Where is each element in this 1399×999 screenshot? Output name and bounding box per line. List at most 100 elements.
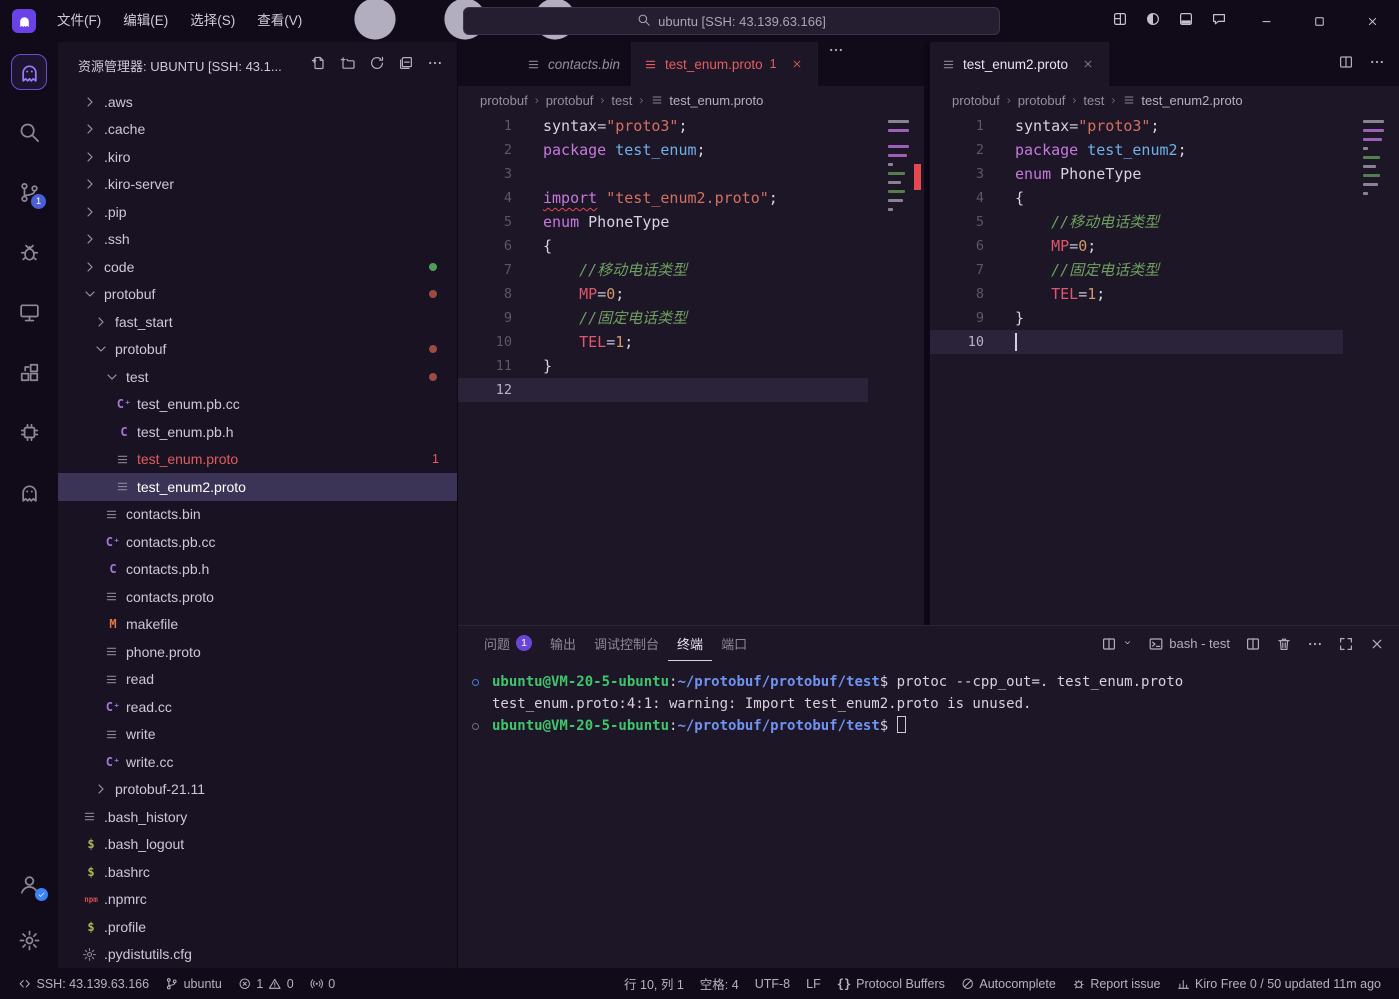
tree-item-.npmrc[interactable]: npm .npmrc (58, 886, 457, 914)
breadcrumb-file[interactable]: test_enum.proto (650, 93, 763, 108)
status-ports[interactable]: 0 (302, 968, 343, 999)
activity-remote-explorer[interactable] (11, 294, 47, 330)
kill-terminal-button[interactable] (1276, 636, 1292, 652)
editor-more-button[interactable] (1369, 54, 1385, 75)
tree-item-test_enum.proto[interactable]: test_enum.proto 1 (58, 446, 457, 474)
code-line-5[interactable]: 5 enum PhoneType (458, 210, 868, 234)
split-editor-button[interactable] (1338, 54, 1354, 75)
tree-item-makefile[interactable]: Mmakefile (58, 611, 457, 639)
close-panel-button[interactable] (1369, 636, 1385, 652)
status-kiro-usage[interactable]: Kiro Free 0 / 50 updated 11m ago (1169, 968, 1390, 999)
breadcrumb-item[interactable]: protobuf (1018, 93, 1066, 108)
panel-tab-终端[interactable]: 终端 (668, 626, 713, 661)
minimap[interactable] (1363, 118, 1385, 206)
code-line-6[interactable]: 6 MP=0; (930, 234, 1343, 258)
code-line-4[interactable]: 4 import "test_enum2.proto"; (458, 186, 868, 210)
status-eol[interactable]: LF (798, 968, 829, 999)
code-line-1[interactable]: 1 syntax="proto3"; (458, 114, 868, 138)
tree-item-.kiro-server[interactable]: .kiro-server (58, 171, 457, 199)
activity-kiro[interactable] (11, 54, 47, 90)
tree-item-phone.proto[interactable]: phone.proto (58, 638, 457, 666)
terminal[interactable]: ubuntu@VM-20-5-ubuntu:~/protobuf/protobu… (458, 661, 1399, 968)
activity-run-debug[interactable] (11, 234, 47, 270)
status-autocomplete[interactable]: Autocomplete (953, 968, 1064, 999)
menu-item-0[interactable]: 文件(F) (46, 0, 112, 42)
code-line-8[interactable]: 8 MP=0; (458, 282, 868, 306)
tree-item-contacts.pb.cc[interactable]: C⁺ contacts.pb.cc (58, 528, 457, 556)
tree-item-read.cc[interactable]: C⁺ read.cc (58, 693, 457, 721)
tree-item-.pydistutils.cfg[interactable]: .pydistutils.cfg (58, 941, 457, 969)
tree-item-test[interactable]: test (58, 363, 457, 391)
command-center-search[interactable]: ubuntu [SSH: 43.139.63.166] (463, 7, 1000, 35)
tab-test_enum.proto[interactable]: test_enum.proto 1 (632, 42, 818, 86)
minimap[interactable] (888, 118, 910, 222)
code-line-11[interactable]: 11} (458, 354, 868, 378)
activity-source-control[interactable]: 1 (11, 174, 47, 210)
tree-item-.bash_history[interactable]: .bash_history (58, 803, 457, 831)
terminal-more-button[interactable] (1307, 636, 1323, 652)
activity-search[interactable] (11, 114, 47, 150)
activity-kiro-agent[interactable] (11, 414, 47, 450)
tab-overflow-button[interactable] (818, 42, 854, 58)
panel-tab-输出[interactable]: 输出 (541, 626, 585, 661)
code-line-7[interactable]: 7 //移动电话类型 (458, 258, 868, 282)
activity-accounts[interactable] (11, 866, 48, 902)
breadcrumb-item[interactable]: test (1083, 93, 1104, 108)
status-cursor-position[interactable]: 行 10, 列 1 (616, 968, 692, 999)
status-report-issue[interactable]: Report issue (1064, 968, 1169, 999)
tree-item-test_enum.pb.cc[interactable]: C⁺ test_enum.pb.cc (58, 391, 457, 419)
tree-item-contacts.proto[interactable]: contacts.proto (58, 583, 457, 611)
minimize-button[interactable] (1240, 0, 1293, 42)
code-line-9[interactable]: 9 //固定电话类型 (458, 306, 868, 330)
code-line-2[interactable]: 2 package test_enum; (458, 138, 868, 162)
breadcrumb-file[interactable]: test_enum2.proto (1122, 93, 1243, 108)
tree-item-contacts.pb.h[interactable]: Ccontacts.pb.h (58, 556, 457, 584)
code-line-5[interactable]: 5 //移动电话类型 (930, 210, 1343, 234)
toggle-sidebar-button[interactable] (1145, 11, 1161, 32)
split-terminal-button[interactable] (1245, 636, 1261, 652)
tree-item-write[interactable]: write (58, 721, 457, 749)
status-problems[interactable]: 10 (230, 968, 302, 999)
kiro-logo[interactable] (12, 9, 36, 33)
tree-item-code[interactable]: code (58, 253, 457, 281)
code-editor-right[interactable]: 1 syntax="proto3"; 2 package test_enum2; 3 en… (930, 114, 1399, 625)
launch-profile-button[interactable] (1101, 636, 1133, 652)
activity-kiro-chat[interactable] (11, 474, 47, 510)
panel-tab-调试控制台[interactable]: 调试控制台 (585, 626, 668, 661)
code-line-10[interactable]: 10 (930, 330, 1343, 354)
tree-item-protobuf[interactable]: protobuf (58, 336, 457, 364)
activity-settings[interactable] (11, 922, 47, 958)
toggle-panel-button[interactable] (1178, 11, 1194, 32)
tree-item-fast_start[interactable]: fast_start (58, 308, 457, 336)
code-line-4[interactable]: 4{ (930, 186, 1343, 210)
close-tab-button[interactable] (1079, 55, 1097, 73)
status-language-mode[interactable]: {} Protocol Buffers (829, 968, 953, 999)
tree-item-test_enum2.proto[interactable]: test_enum2.proto (58, 473, 457, 501)
tree-item-.pip[interactable]: .pip (58, 198, 457, 226)
menu-item-1[interactable]: 编辑(E) (112, 0, 179, 42)
panel-tab-问题[interactable]: 问题 1 (475, 626, 541, 661)
code-line-8[interactable]: 8 TEL=1; (930, 282, 1343, 306)
code-line-3[interactable]: 3 enum PhoneType (930, 162, 1343, 186)
code-line-9[interactable]: 9} (930, 306, 1343, 330)
status-remote[interactable]: SSH: 43.139.63.166 (10, 968, 157, 999)
status-branch[interactable]: ubuntu (157, 968, 230, 999)
tree-item-test_enum.pb.h[interactable]: Ctest_enum.pb.h (58, 418, 457, 446)
breadcrumb-item[interactable]: protobuf (952, 93, 1000, 108)
close-window-button[interactable] (1346, 0, 1399, 42)
activity-extensions[interactable] (11, 354, 47, 390)
panel-tab-端口[interactable]: 端口 (712, 626, 756, 661)
code-line-3[interactable]: 3 (458, 162, 868, 186)
chat-button[interactable] (1211, 11, 1227, 32)
terminal-instance-button[interactable]: bash - test (1148, 636, 1230, 652)
code-line-7[interactable]: 7 //固定电话类型 (930, 258, 1343, 282)
customize-layout-button[interactable] (1112, 11, 1128, 32)
tree-item-.profile[interactable]: $ .profile (58, 913, 457, 941)
code-line-1[interactable]: 1 syntax="proto3"; (930, 114, 1343, 138)
code-line-6[interactable]: 6{ (458, 234, 868, 258)
tree-item-contacts.bin[interactable]: contacts.bin (58, 501, 457, 529)
maximize-button[interactable] (1293, 0, 1346, 42)
tree-item-protobuf[interactable]: protobuf (58, 281, 457, 309)
tree-item-protobuf-21.11[interactable]: protobuf-21.11 (58, 776, 457, 804)
code-line-2[interactable]: 2 package test_enum2; (930, 138, 1343, 162)
